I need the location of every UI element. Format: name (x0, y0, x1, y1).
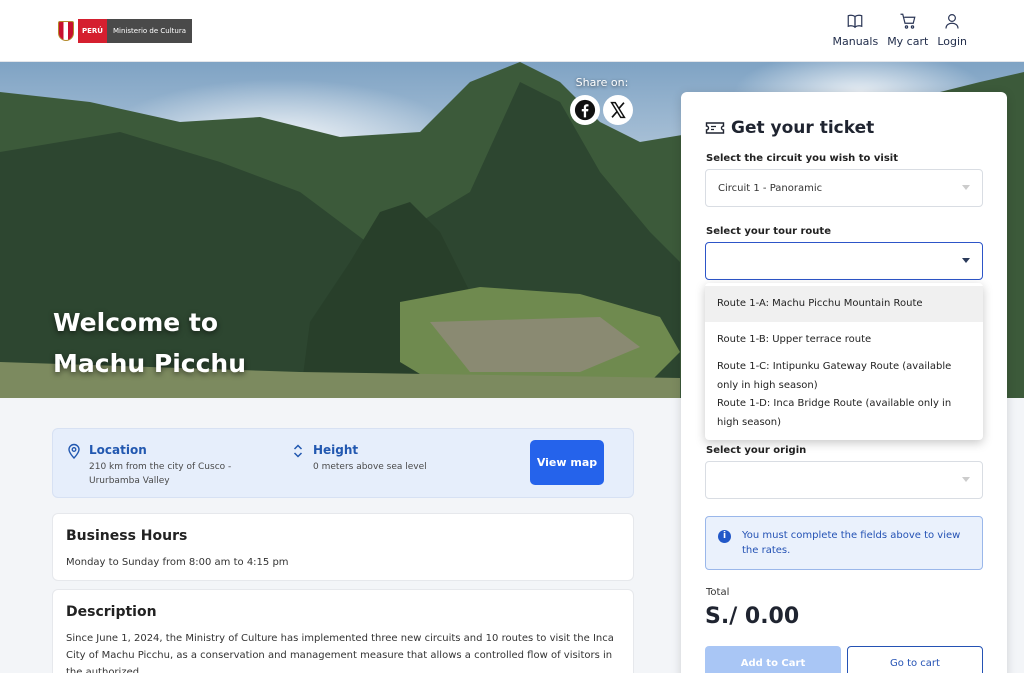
go-to-cart-button[interactable]: Go to cart (847, 646, 983, 673)
description-text: Since June 1, 2024, the Ministry of Cult… (66, 633, 614, 673)
business-hours-card: Business Hours Monday to Sunday from 8:0… (52, 513, 634, 581)
nav-cart-label: My cart (887, 35, 929, 48)
ticket-title-text: Get your ticket (731, 118, 875, 138)
ticket-icon (705, 122, 725, 134)
origin-label: Select your origin (706, 445, 807, 456)
route-option[interactable]: Route 1-B: Upper terrace route (705, 330, 983, 349)
info-alert: i You must complete the fields above to … (705, 516, 983, 570)
hero-title-line1: Welcome to (53, 308, 219, 337)
description-card: Description Since June 1, 2024, the Mini… (52, 589, 634, 673)
height-info: Height 0 meters above sea level (291, 443, 513, 474)
location-title: Location (89, 443, 147, 457)
location-pin-icon (68, 443, 80, 459)
share-section: Share on: (570, 76, 634, 125)
location-text: 210 km from the city of Cusco - Ururbamb… (89, 462, 232, 486)
ticket-panel: Get your ticket Select the circuit you w… (681, 92, 1007, 673)
top-nav: Manuals My cart Login (832, 12, 967, 48)
info-bar: Location 210 km from the city of Cusco -… (52, 428, 634, 498)
ticket-title: Get your ticket (705, 118, 874, 138)
book-icon (847, 14, 863, 29)
circuit-label: Select the circuit you wish to visit (706, 153, 899, 164)
total-value: S./ 0.00 (705, 604, 800, 629)
nav-login-label: Login (937, 35, 967, 48)
route-option[interactable]: Route 1-D: Inca Bridge Route (available … (705, 394, 983, 432)
circuit-select[interactable]: Circuit 1 - Panoramic (705, 169, 983, 207)
business-hours-text: Monday to Sunday from 8:00 am to 4:15 pm (66, 557, 289, 568)
ministry-logo[interactable]: PERÚ Ministerio de Cultura (58, 19, 192, 43)
x-icon (610, 101, 626, 119)
coat-of-arms-icon (58, 21, 74, 41)
share-x-button[interactable] (603, 95, 633, 125)
nav-manuals[interactable]: Manuals (832, 12, 878, 48)
route-label: Select your tour route (706, 226, 831, 237)
route-option[interactable]: Route 1-C: Intipunku Gateway Route (avai… (705, 357, 983, 395)
site-header: PERÚ Ministerio de Cultura Manuals My ca… (0, 0, 1024, 62)
share-icons (570, 95, 634, 125)
route-option[interactable]: Route 1-A: Machu Picchu Mountain Route (705, 286, 983, 322)
logo-country: PERÚ (78, 19, 107, 43)
user-icon (945, 14, 959, 29)
route-select[interactable] (705, 242, 983, 280)
cart-icon (900, 13, 916, 29)
nav-cart[interactable]: My cart (887, 12, 928, 48)
total-label: Total (706, 587, 730, 598)
alert-text: You must complete the fields above to vi… (742, 530, 961, 556)
add-to-cart-button[interactable]: Add to Cart (705, 646, 841, 673)
share-facebook-button[interactable] (570, 95, 600, 125)
route-dropdown: Route 1-A: Machu Picchu Mountain Route R… (705, 283, 983, 440)
circuit-value: Circuit 1 - Panoramic (718, 182, 823, 194)
description-title: Description (66, 604, 157, 620)
up-down-chevron-icon (293, 444, 303, 458)
nav-manuals-label: Manuals (832, 35, 879, 48)
hero-title-line2: Machu Picchu (53, 349, 246, 378)
business-hours-title: Business Hours (66, 528, 188, 544)
facebook-icon (574, 99, 596, 121)
chevron-down-icon (962, 258, 970, 263)
height-title: Height (313, 443, 359, 457)
chevron-down-icon (962, 477, 970, 482)
chevron-down-icon (962, 185, 970, 190)
logo-ministry: Ministerio de Cultura (107, 19, 192, 43)
hero-title: Welcome to Machu Picchu (53, 302, 246, 384)
share-label: Share on: (575, 76, 629, 89)
info-icon: i (718, 530, 731, 543)
location-info: Location 210 km from the city of Cusco -… (67, 443, 269, 488)
origin-select[interactable] (705, 461, 983, 499)
view-map-button[interactable]: View map (530, 440, 604, 485)
height-text: 0 meters above sea level (313, 462, 427, 472)
nav-login[interactable]: Login (937, 12, 967, 48)
